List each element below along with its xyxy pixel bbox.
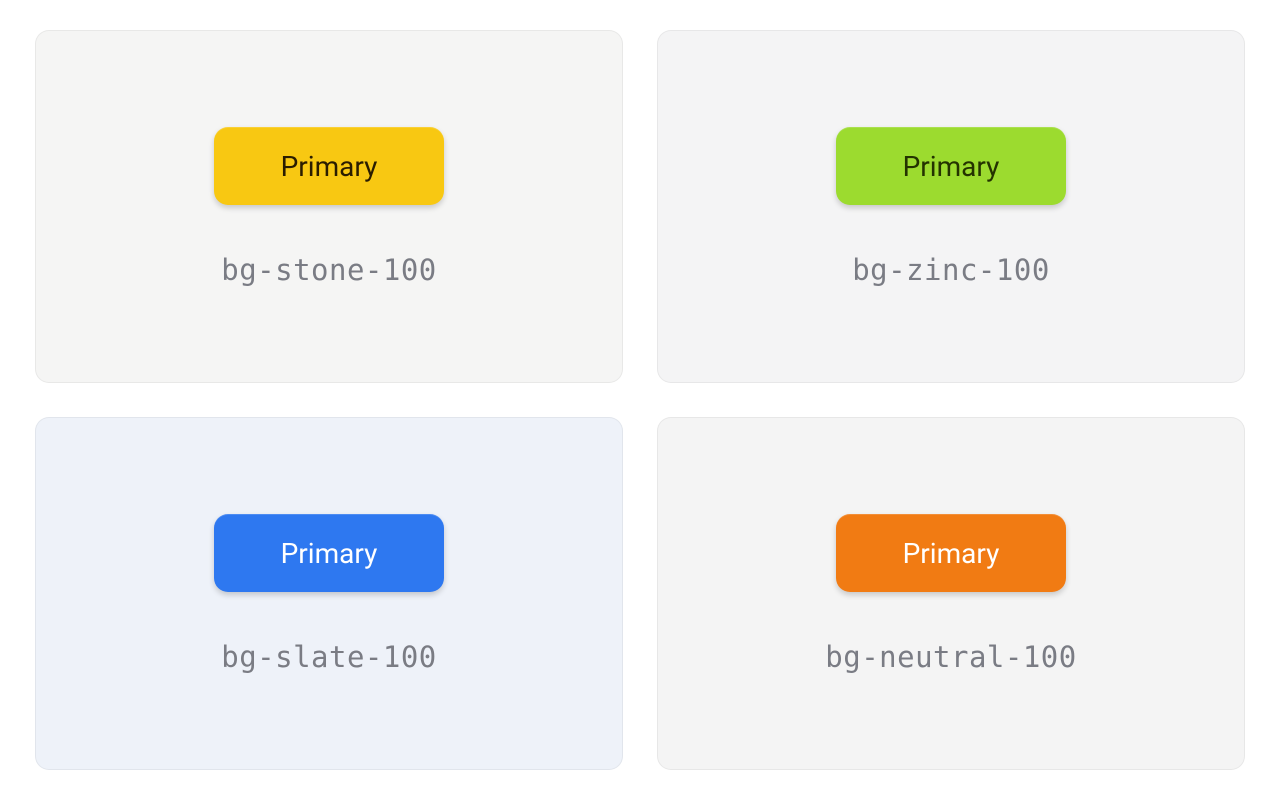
primary-button[interactable]: Primary xyxy=(836,127,1066,205)
primary-button[interactable]: Primary xyxy=(836,514,1066,592)
swatch-card-slate: Primary bg-slate-100 xyxy=(35,417,623,770)
primary-button[interactable]: Primary xyxy=(214,127,444,205)
swatch-grid: Primary bg-stone-100 Primary bg-zinc-100… xyxy=(35,30,1245,770)
swatch-card-neutral: Primary bg-neutral-100 xyxy=(657,417,1245,770)
swatch-card-zinc: Primary bg-zinc-100 xyxy=(657,30,1245,383)
swatch-caption: bg-stone-100 xyxy=(221,253,437,287)
primary-button[interactable]: Primary xyxy=(214,514,444,592)
swatch-caption: bg-neutral-100 xyxy=(825,640,1076,674)
swatch-card-stone: Primary bg-stone-100 xyxy=(35,30,623,383)
swatch-caption: bg-zinc-100 xyxy=(852,253,1050,287)
swatch-caption: bg-slate-100 xyxy=(221,640,437,674)
